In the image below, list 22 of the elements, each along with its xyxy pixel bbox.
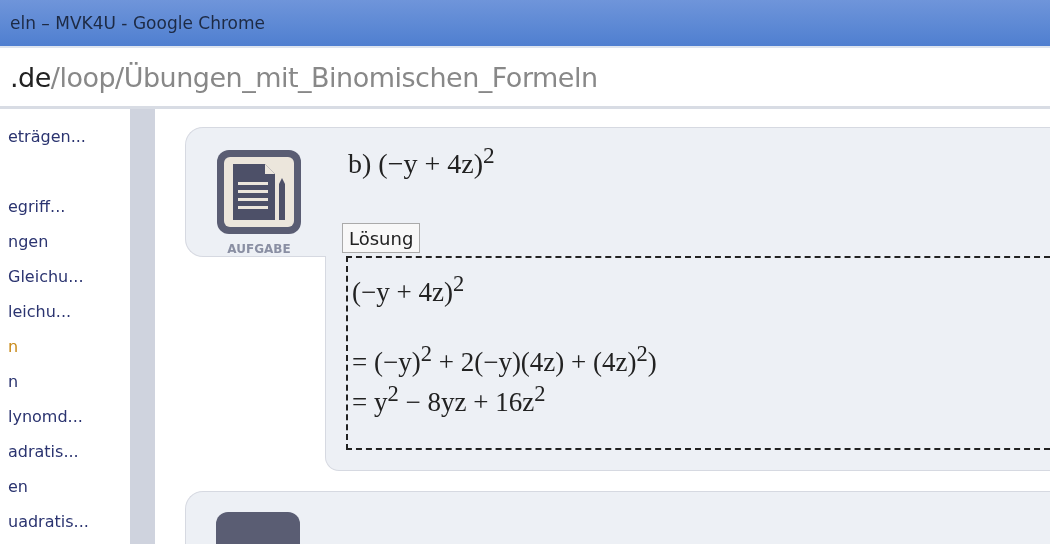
task-label: AUFGABE <box>227 242 291 256</box>
document-pencil-icon <box>215 148 303 236</box>
sidebar-link[interactable]: leichu... <box>8 294 130 329</box>
url-path: /loop/Übungen_mit_Binomischen_Formeln <box>50 61 598 93</box>
sidebar-link[interactable]: lynomd... <box>8 399 130 434</box>
sidebar-link[interactable]: uadratis... <box>8 504 130 539</box>
address-bar[interactable]: .de/loop/Übungen_mit_Binomischen_Formeln <box>0 46 1050 109</box>
scrollbar[interactable] <box>130 109 155 544</box>
sidebar-link[interactable]: adratis... <box>8 434 130 469</box>
formula-line: = (−y)$^{2}$ + 2(−y)(4z) + (4z)$^{2}$) <box>352 340 658 378</box>
sidebar-link[interactable]: ngen <box>8 224 130 259</box>
sidebar-link[interactable]: egriff... <box>8 189 130 224</box>
sidebar-link[interactable]: n <box>8 364 130 399</box>
sidebar-link[interactable]: eträgen... <box>8 119 130 154</box>
sidebar-link[interactable]: en <box>8 469 130 504</box>
solution-tab[interactable]: Lösung <box>342 223 421 253</box>
url-host: .de <box>10 61 51 93</box>
task-title: b) (−y + 4z)$^{2}$ <box>348 142 496 182</box>
window-title: eln – MVK4U - Google Chrome <box>10 13 265 33</box>
formula-line: (−y + 4z)$^{2}$ <box>352 270 466 308</box>
sidebar-link[interactable]: Gleichu... <box>8 259 130 294</box>
formula-line: = y$^{2}$ − 8yz + 16z$^{2}$ <box>352 380 547 418</box>
